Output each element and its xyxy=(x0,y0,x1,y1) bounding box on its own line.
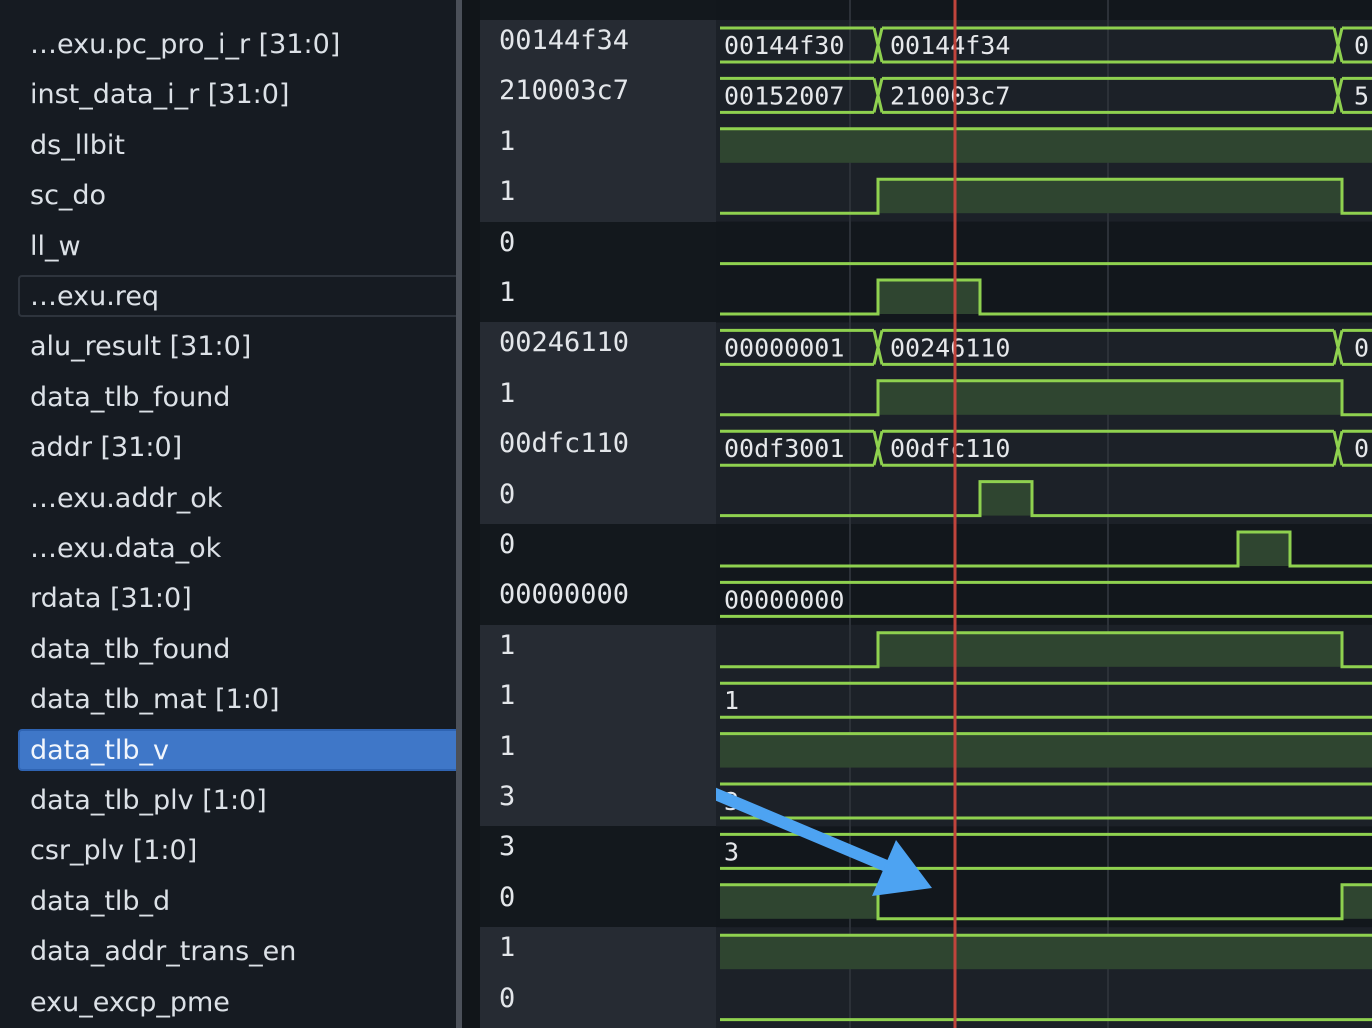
signal-value: 00144f34 xyxy=(499,25,630,56)
waveform-canvas[interactable]: 00144f30 00144f34 000152007 210003c7 5000000… xyxy=(716,0,1372,1028)
bus-value-label: 0 xyxy=(1354,31,1369,60)
signal-value: 1 xyxy=(499,125,516,157)
signal-value: 00000000 xyxy=(499,579,630,611)
signal-value-panel: 00144f34 210003c7 1 1 0 1 00246110 1 00dfc110 0 0 0… xyxy=(480,0,716,1028)
signal-name-row[interactable]: alu_result [31:0] xyxy=(18,325,456,367)
bit-high-fill xyxy=(720,733,1372,768)
signal-name-row[interactable]: data_tlb_found xyxy=(18,628,456,670)
bus-value-label: 0 xyxy=(1354,333,1369,362)
signal-value: 1 xyxy=(499,730,516,762)
bus-value-label: 210003c7 xyxy=(890,81,1010,110)
bus-value-label: 00152007 xyxy=(724,81,844,110)
signal-name-row[interactable]: …exu.addr_ok xyxy=(18,477,456,519)
signal-name-row[interactable]: …exu.data_ok xyxy=(18,527,456,569)
signal-name-row[interactable]: …exu.req xyxy=(18,275,456,317)
bus-value-label: 00dfc110 xyxy=(890,434,1010,463)
signal-value: 1 xyxy=(499,932,516,964)
bit-high-fill xyxy=(720,935,1372,970)
waveform-panel[interactable]: 00144f30 00144f34 0 00152007 210003c7 5 000000… xyxy=(716,0,1372,1028)
signal-name-row[interactable]: csr_plv [1:0] xyxy=(18,829,456,871)
signal-name-row[interactable]: sc_do xyxy=(18,174,456,216)
signal-name-row[interactable]: exu_excp_pme xyxy=(18,981,456,1023)
bus-value-label: 00000001 xyxy=(724,333,844,362)
bit-high-fill xyxy=(720,884,878,919)
bit-high-fill xyxy=(1238,532,1290,566)
signal-name-row[interactable]: addr [31:0] xyxy=(18,426,456,468)
signal-name-panel: …exu.pc_pro_i_r [31:0] inst_data_i_r [31:… xyxy=(0,0,456,1028)
bit-high-fill xyxy=(878,380,1342,415)
signal-value: 0 xyxy=(499,881,516,913)
signal-value: 3 xyxy=(499,781,516,812)
panel-gap xyxy=(462,0,480,1028)
bit-high-fill xyxy=(878,179,1342,214)
signal-name-row[interactable]: ds_llbit xyxy=(18,124,456,166)
signal-value: 3 xyxy=(499,831,516,863)
signal-value: 0 xyxy=(499,478,516,510)
bus-value-label: 0 xyxy=(1354,434,1369,463)
bit-high-fill xyxy=(878,280,980,314)
signal-name-row[interactable]: data_tlb_found xyxy=(18,376,456,418)
signal-name-row[interactable]: data_tlb_d xyxy=(18,880,456,922)
signal-name-row[interactable]: data_tlb_mat [1:0] xyxy=(18,678,456,720)
bus-value-label: 00144f30 xyxy=(724,31,844,60)
signal-value: 1 xyxy=(499,176,516,208)
signal-value: 0 xyxy=(499,226,516,258)
signal-value: 00246110 xyxy=(499,327,630,359)
bit-high-fill xyxy=(1342,884,1372,919)
bit-high-fill xyxy=(720,128,1372,163)
bit-high-fill xyxy=(878,632,1342,667)
signal-value: 1 xyxy=(499,629,516,661)
bit-high-fill xyxy=(980,481,1032,516)
signal-value: 210003c7 xyxy=(499,75,630,107)
signal-name-row[interactable]: data_tlb_plv [1:0] xyxy=(18,779,456,821)
bus-value-label: 3 xyxy=(724,837,739,866)
bus-value-label: 5 xyxy=(1354,81,1369,110)
signal-value: 1 xyxy=(499,277,516,308)
bit-wave xyxy=(720,278,1372,316)
signal-value: 0 xyxy=(499,982,516,1014)
signal-value: 1 xyxy=(499,377,516,409)
signal-name-row[interactable]: …exu.pc_pro_i_r [31:0] xyxy=(18,23,456,65)
bus-value-label: 00000000 xyxy=(724,585,844,614)
signal-name-row[interactable]: data_tlb_v xyxy=(18,728,456,771)
signal-name-row[interactable]: data_addr_trans_en xyxy=(18,930,456,972)
signal-value: 1 xyxy=(499,680,516,712)
bus-value-label: 00144f34 xyxy=(890,31,1010,60)
signal-name-row[interactable]: rdata [31:0] xyxy=(18,577,456,619)
signal-value: 00dfc110 xyxy=(499,428,630,460)
bus-value-label: 1 xyxy=(724,686,739,715)
bus-value-label: 00df3001 xyxy=(724,434,844,463)
signal-name-row[interactable]: ll_w xyxy=(18,225,456,267)
signal-name-row[interactable]: inst_data_i_r [31:0] xyxy=(18,73,456,115)
signal-value: 0 xyxy=(499,529,516,560)
bus-value-label: 00246110 xyxy=(890,333,1010,362)
